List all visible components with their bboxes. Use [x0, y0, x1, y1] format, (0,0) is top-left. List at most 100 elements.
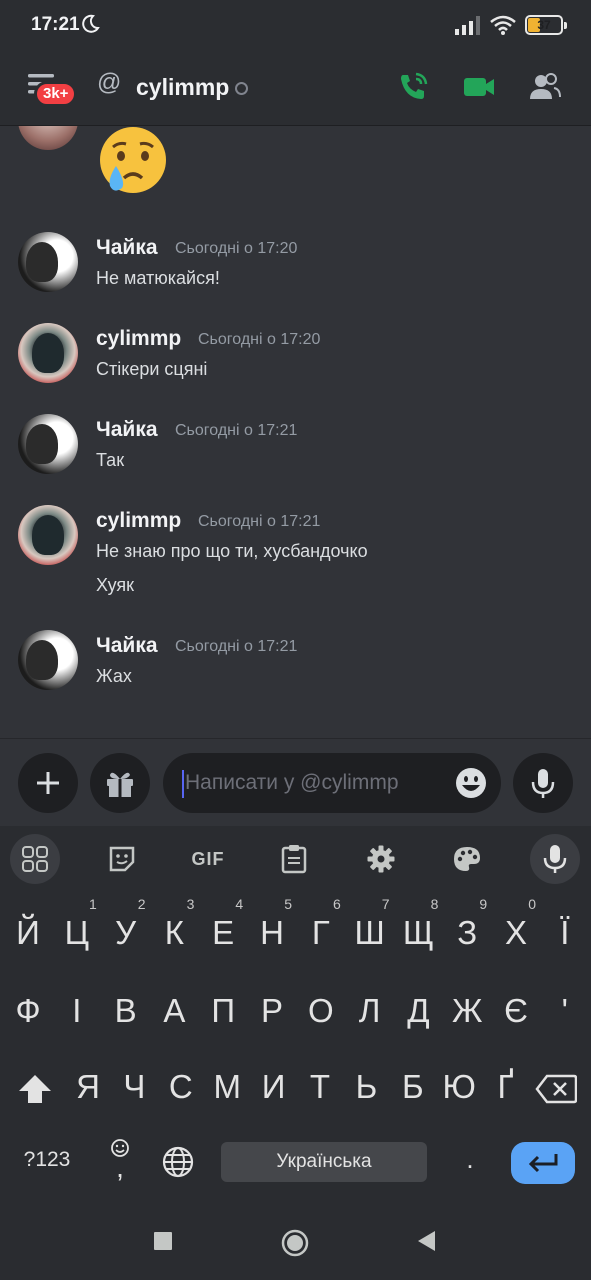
key[interactable]: Ю: [435, 1068, 483, 1106]
comma-label: ,: [116, 1152, 124, 1183]
back-icon[interactable]: [416, 1230, 438, 1252]
key[interactable]: И: [250, 1068, 298, 1106]
settings-button[interactable]: [356, 834, 406, 884]
battery-icon: 37: [525, 15, 567, 35]
key-label: А: [163, 992, 186, 1029]
key[interactable]: П: [199, 992, 247, 1030]
key[interactable]: Р: [248, 992, 296, 1030]
gift-button[interactable]: [90, 753, 150, 813]
key[interactable]: Є: [492, 992, 540, 1030]
key-label: І: [72, 992, 82, 1029]
emoji-comma-key[interactable]: ,: [98, 1138, 142, 1186]
key[interactable]: С: [157, 1068, 205, 1106]
avatar[interactable]: [18, 414, 78, 474]
apps-grid-button[interactable]: [10, 834, 60, 884]
status-icons: 37: [455, 15, 567, 35]
key[interactable]: Я: [64, 1068, 112, 1106]
avatar[interactable]: [18, 323, 78, 383]
backspace-key[interactable]: [533, 1070, 579, 1108]
key[interactable]: Н5: [248, 896, 296, 952]
message-input[interactable]: Написати у @cylimmp: [163, 753, 501, 813]
key[interactable]: О: [297, 992, 345, 1030]
period-key[interactable]: .: [446, 1144, 494, 1175]
keyboard-toolbar: GIF: [0, 826, 591, 892]
language-key[interactable]: [158, 1142, 198, 1182]
key-label: Я: [76, 1068, 100, 1105]
avatar[interactable]: [18, 232, 78, 292]
message-author[interactable]: cylimmp: [96, 509, 181, 533]
key[interactable]: М: [203, 1068, 251, 1106]
key[interactable]: ': [541, 992, 589, 1030]
channel-title[interactable]: cylimmp: [136, 74, 229, 101]
emoji-picker-icon[interactable]: [455, 767, 487, 799]
key[interactable]: Ф: [4, 992, 52, 1030]
key[interactable]: К3: [150, 896, 198, 952]
keyboard-row-1: ЙЦ1У2К3Е4Н5Г6Ш7Щ8З9Х0Ї: [0, 896, 591, 974]
voice-typing-button[interactable]: [530, 834, 580, 884]
key[interactable]: Ч: [110, 1068, 158, 1106]
symbols-key[interactable]: ?123: [22, 1148, 72, 1172]
key-label: Б: [401, 1068, 424, 1105]
key[interactable]: Ї: [541, 914, 589, 952]
members-icon[interactable]: [528, 70, 562, 104]
message-timestamp: Сьогодні о 17:21: [175, 422, 298, 439]
gif-button[interactable]: GIF: [183, 834, 233, 884]
message-text: Стікери сцяні: [96, 359, 208, 379]
clipboard-button[interactable]: [269, 834, 319, 884]
key-label: Т: [309, 1068, 331, 1105]
avatar[interactable]: [18, 630, 78, 690]
key-label: К: [164, 914, 184, 951]
message-list[interactable]: Чайка Сьогодні о 17:20 Не матюкайся! cyl…: [0, 126, 591, 738]
sticker-button[interactable]: [97, 834, 147, 884]
key[interactable]: Е4: [199, 896, 247, 952]
home-icon[interactable]: [281, 1229, 309, 1257]
key[interactable]: Г6: [297, 896, 345, 952]
space-key[interactable]: Українська: [221, 1142, 427, 1182]
avatar[interactable]: [18, 505, 78, 565]
message-input-placeholder: Написати у @cylimmp: [185, 771, 399, 794]
key[interactable]: З9: [443, 896, 491, 952]
key[interactable]: У2: [102, 896, 150, 952]
key-label: У: [115, 914, 137, 951]
key[interactable]: А: [150, 992, 198, 1030]
key[interactable]: Л: [346, 992, 394, 1030]
key[interactable]: Ґ: [482, 1068, 530, 1106]
message-timestamp: Сьогодні о 17:21: [175, 638, 298, 655]
key[interactable]: Ь: [342, 1068, 390, 1106]
video-call-icon[interactable]: [462, 70, 496, 104]
backspace-icon: [535, 1074, 577, 1104]
gif-label: GIF: [191, 848, 225, 869]
key[interactable]: Д: [394, 992, 442, 1030]
shift-key[interactable]: [14, 1068, 56, 1110]
enter-key[interactable]: [511, 1142, 575, 1184]
key[interactable]: Ж: [443, 992, 491, 1030]
mentions-badge: 3k+: [34, 81, 78, 107]
key[interactable]: Щ8: [394, 896, 442, 952]
sticker-icon: [109, 846, 135, 872]
key[interactable]: В: [102, 992, 150, 1030]
clipboard-icon: [281, 845, 307, 874]
key[interactable]: Х0: [492, 896, 540, 952]
key-hint: 8: [430, 896, 439, 912]
avatar[interactable]: [18, 126, 78, 150]
recents-icon[interactable]: [152, 1230, 174, 1252]
key-label: Х: [504, 914, 527, 951]
key-label: ': [561, 992, 568, 1029]
theme-button[interactable]: [442, 834, 492, 884]
message-author[interactable]: cylimmp: [96, 327, 181, 351]
key[interactable]: Ш7: [346, 896, 394, 952]
key[interactable]: Т: [296, 1068, 344, 1106]
message-author[interactable]: Чайка: [96, 236, 158, 260]
key[interactable]: Й: [4, 914, 52, 952]
dnd-moon-icon: [82, 14, 100, 33]
voice-call-icon[interactable]: [396, 70, 430, 104]
key[interactable]: Б: [389, 1068, 437, 1106]
key[interactable]: І: [53, 992, 101, 1030]
voice-message-button[interactable]: [513, 753, 573, 813]
key[interactable]: Ц1: [53, 896, 101, 952]
key-label: Е: [212, 914, 235, 951]
message-author[interactable]: Чайка: [96, 418, 158, 442]
key-hint: 0: [528, 896, 536, 912]
message-author[interactable]: Чайка: [96, 634, 158, 658]
add-attachment-button[interactable]: [18, 753, 78, 813]
